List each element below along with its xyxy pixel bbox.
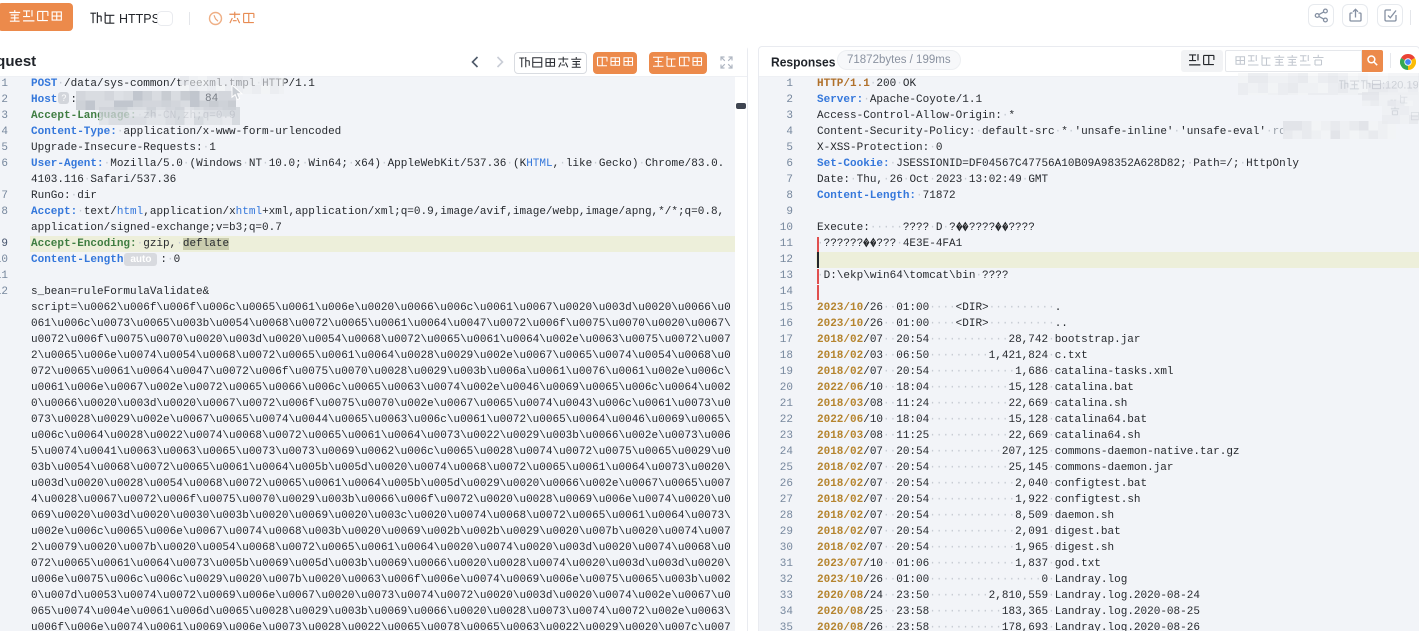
svg-text:?: ? [1004,224,1007,230]
svg-text:?: ? [958,224,961,230]
svg-text:?: ? [964,224,967,230]
svg-text:?: ? [997,224,1000,230]
svg-text:?: ? [872,240,875,246]
svg-text:?: ? [865,240,868,246]
